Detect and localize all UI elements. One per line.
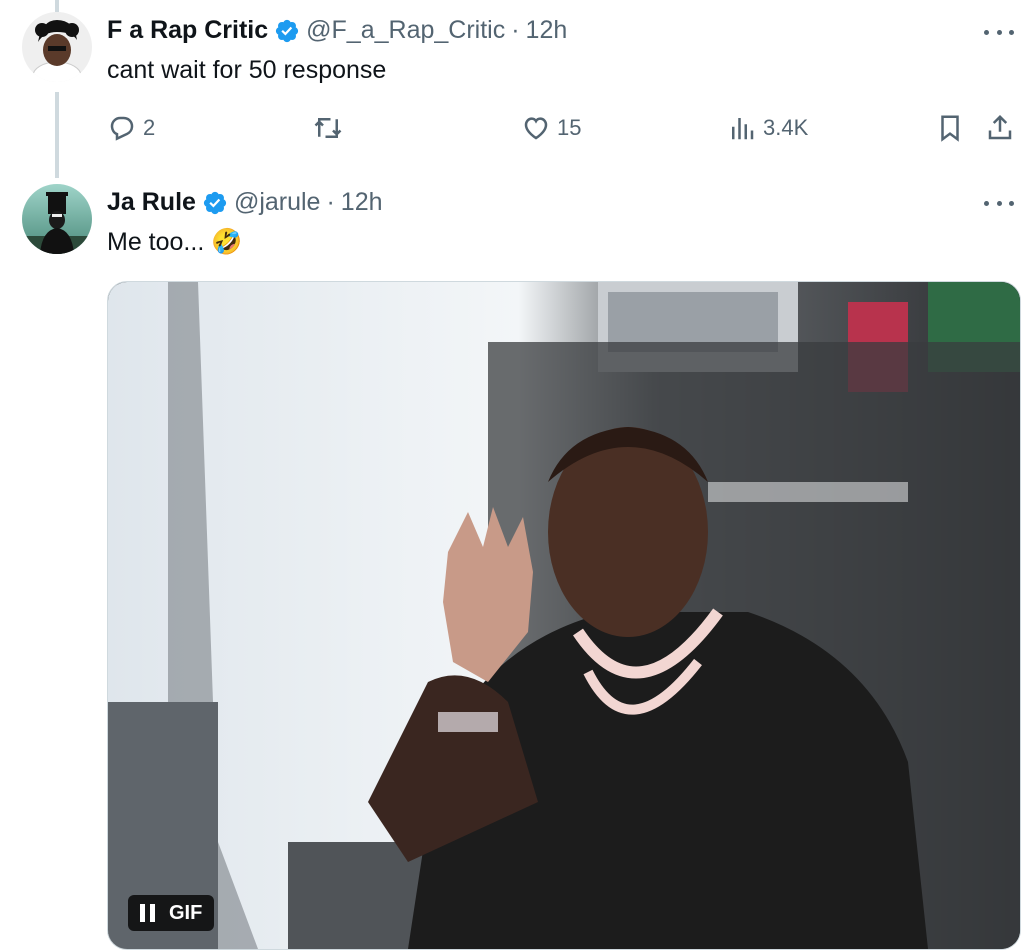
tweet-text: cant wait for 50 response <box>107 56 387 84</box>
tweet-actions: 2 15 3.4K <box>107 112 1019 144</box>
views-button[interactable]: 3.4K <box>727 112 808 144</box>
reply-icon <box>110 116 134 141</box>
verified-badge-icon <box>203 191 227 214</box>
author-handle[interactable]: @jarule <box>234 188 321 217</box>
like-icon <box>524 117 548 140</box>
author-name[interactable]: Ja Rule <box>107 188 196 217</box>
gif-frame <box>108 282 1020 949</box>
gif-badge[interactable]: GIF <box>128 895 215 931</box>
gif-label: GIF <box>169 901 203 924</box>
more-icon[interactable] <box>984 22 1014 42</box>
like-count: 15 <box>557 115 582 140</box>
bookmark-icon <box>941 115 959 142</box>
timestamp[interactable]: 12h <box>526 16 568 45</box>
avatar[interactable] <box>22 12 92 82</box>
tweet-header: F a Rap Critic @F_a_Rap_Critic · 12h <box>107 16 567 45</box>
thread-line-top <box>55 0 59 12</box>
tweet-text: Me too... <box>107 228 205 256</box>
like-button[interactable]: 15 <box>521 112 581 144</box>
separator: · <box>326 188 335 216</box>
emoji: 🤣 <box>211 228 243 256</box>
tweet-text-container: Me too... 🤣 <box>107 228 242 257</box>
tweet-header: Ja Rule @jarule · 12h <box>107 188 383 217</box>
share-button[interactable] <box>985 112 1015 144</box>
verified-badge-icon <box>276 19 299 42</box>
gif-media[interactable]: GIF <box>107 281 1021 950</box>
avatar[interactable] <box>22 184 92 254</box>
reply-count: 2 <box>143 115 156 140</box>
views-icon <box>732 118 754 140</box>
reply-button[interactable]: 2 <box>107 112 155 144</box>
share-icon <box>988 114 1012 140</box>
thread-line <box>55 92 59 178</box>
bookmark-button[interactable] <box>935 112 965 144</box>
timestamp[interactable]: 12h <box>341 188 383 217</box>
more-icon[interactable] <box>984 193 1014 213</box>
author-handle[interactable]: @F_a_Rap_Critic <box>306 16 505 45</box>
pause-icon[interactable] <box>140 904 155 922</box>
views-count: 3.4K <box>763 115 809 140</box>
author-name[interactable]: F a Rap Critic <box>107 16 268 45</box>
retweet-button[interactable] <box>313 112 343 144</box>
separator: · <box>511 16 520 44</box>
retweet-icon <box>314 118 342 138</box>
